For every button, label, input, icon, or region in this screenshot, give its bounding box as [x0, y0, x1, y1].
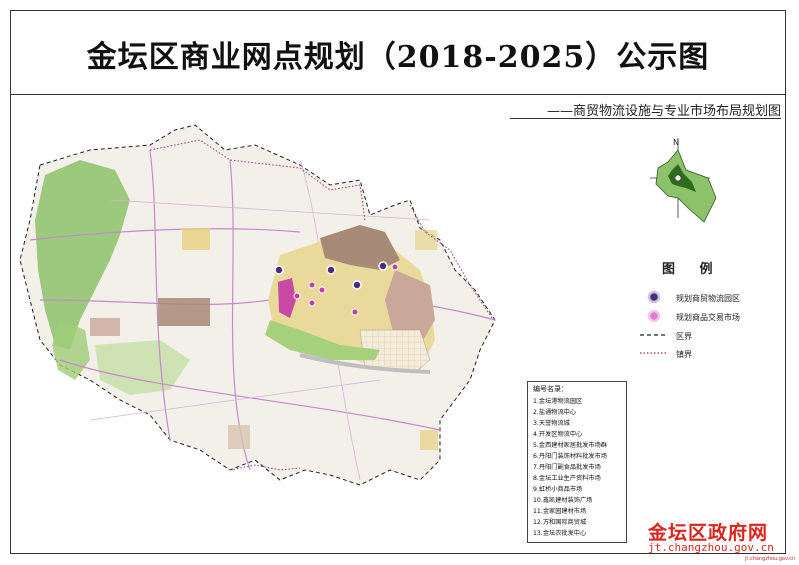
market-marker	[318, 286, 326, 294]
western-town-2	[90, 318, 120, 336]
market-marker	[308, 281, 316, 289]
northwest-town	[182, 228, 210, 250]
market-marker	[293, 292, 301, 300]
southeast-town	[420, 430, 438, 450]
numbering-item: 9.虹桥小商品市场	[533, 486, 583, 493]
numbering-item: 7.丹阳门副食品批发市场	[533, 464, 601, 471]
numbering-item: 6.丹阳门装饰材料批发市场	[533, 453, 607, 460]
numbering-item: 3.天誉物流城	[533, 420, 570, 427]
compass-north-label: N	[673, 138, 679, 147]
market-marker	[308, 299, 316, 307]
south-town	[228, 425, 250, 449]
logistics-park-marker	[274, 265, 284, 275]
legend-symbols	[640, 290, 668, 354]
logistics-park-marker	[326, 265, 336, 275]
logistics-park-marker	[378, 261, 388, 271]
legend-title: 图 例	[662, 262, 723, 277]
map-canvas	[19, 124, 717, 486]
legend-item-town-boundary: 镇界	[676, 350, 692, 359]
numbering-item: 8.金坛工业生产资料市场	[533, 475, 601, 482]
logistics-park-legend-icon	[647, 290, 661, 304]
watermark-url: jt.changzhou.gov.cn	[648, 541, 774, 554]
numbering-item: 1.金坛港物流园区	[533, 398, 583, 405]
market-marker	[391, 263, 399, 271]
numbering-item: 11.金家园建材市场	[533, 508, 587, 515]
market-marker	[351, 308, 359, 316]
logistics-park-marker	[352, 280, 362, 290]
western-town	[158, 298, 210, 326]
watermark-corner-tag: jt.changzhou.gov.cn	[745, 556, 796, 562]
numbering-item: 5.金西建材家居批发市场群	[533, 442, 607, 449]
numbering-item: 4.开发区物流中心	[533, 431, 583, 438]
numbering-item: 10.鑫凯建材装饰广场	[533, 497, 593, 504]
compass-rose	[650, 138, 717, 223]
market-legend-icon	[647, 309, 661, 323]
legend-item-market: 规划商品交易市场	[676, 313, 740, 322]
legend-item-logistics-park: 规划商贸物流园区	[676, 294, 740, 303]
numbering-item: 2.盐通物流中心	[533, 409, 577, 416]
numbering-item: 12.方和国际商贸城	[533, 519, 587, 526]
legend-item-district-boundary: 区界	[676, 332, 692, 341]
numbering-title: 编号名录：	[533, 385, 568, 393]
numbering-item: 13.金坛农批发中心	[533, 530, 587, 537]
